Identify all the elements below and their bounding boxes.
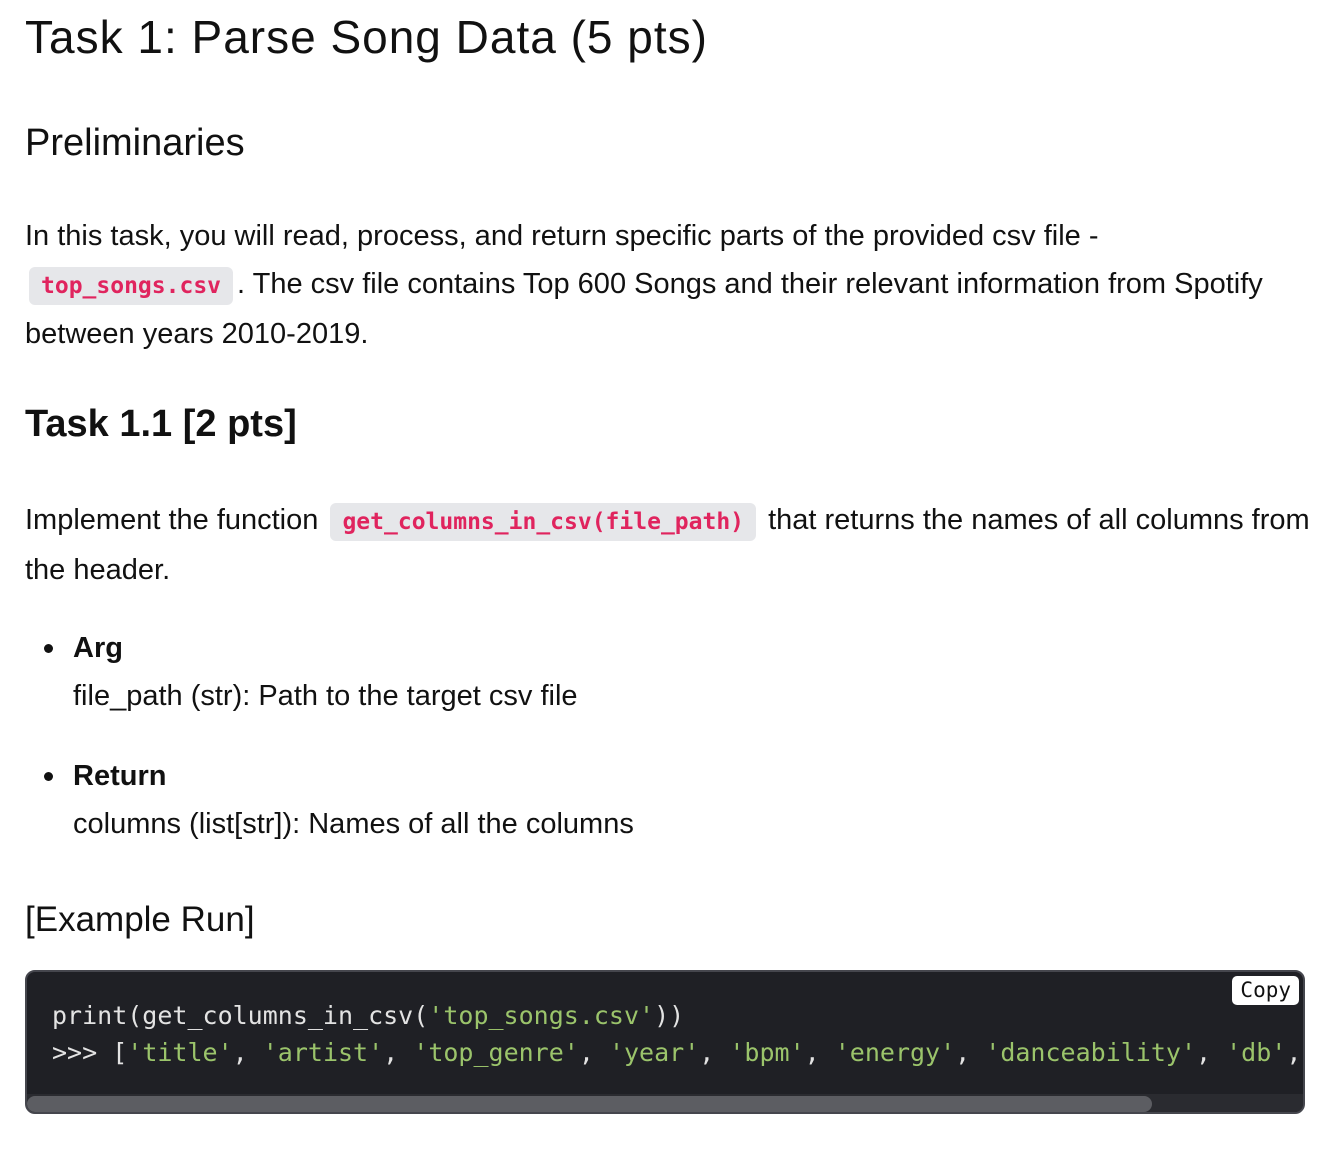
code-separator: ,	[804, 1038, 835, 1067]
horizontal-scrollbar[interactable]	[27, 1094, 1303, 1112]
preliminaries-paragraph: In this task, you will read, process, an…	[25, 212, 1310, 358]
preliminaries-text-before: In this task, you will read, process, an…	[25, 220, 1099, 252]
task-1-1-paragraph: Implement the function get_columns_in_cs…	[25, 496, 1310, 594]
list-item-return: Return columns (list[str]): Names of all…	[25, 752, 1305, 848]
code-call: print(get_columns_in_csv(	[52, 1001, 429, 1030]
return-label: Return	[73, 760, 167, 792]
code-string-token: 'artist'	[262, 1038, 384, 1067]
code-separator: ,	[1286, 1038, 1302, 1067]
code-string-token: 'db'	[1226, 1038, 1287, 1067]
code-string-token: 'bpm'	[729, 1038, 805, 1067]
spec-list: Arg file_path (str): Path to the target …	[25, 624, 1305, 880]
code-string-token: 'top_genre'	[413, 1038, 579, 1067]
list-item-arg: Arg file_path (str): Path to the target …	[25, 624, 1305, 720]
code-string-token: 'energy'	[834, 1038, 956, 1067]
code-block: Copy print(get_columns_in_csv('top_songs…	[25, 970, 1305, 1114]
code-string-token: 'danceability'	[985, 1038, 1196, 1067]
code-string-arg: 'top_songs.csv'	[428, 1001, 655, 1030]
code-prompt: >>> [	[52, 1038, 128, 1067]
code-line-2: >>> ['title', 'artist', 'top_genre', 'ye…	[52, 1034, 1303, 1071]
return-description: columns (list[str]): Names of all the co…	[73, 808, 634, 840]
inline-code-filename: top_songs.csv	[29, 267, 234, 305]
code-separator: ,	[578, 1038, 609, 1067]
arg-description: file_path (str): Path to the target csv …	[73, 680, 578, 712]
bullet-icon	[44, 772, 53, 781]
code-string-token: 'year'	[608, 1038, 700, 1067]
bullet-icon	[44, 644, 53, 653]
code-line-1: print(get_columns_in_csv('top_songs.csv'…	[52, 997, 1303, 1034]
example-run-heading: [Example Run]	[25, 900, 255, 939]
task-text-before: Implement the function	[25, 504, 319, 536]
task-1-1-heading: Task 1.1 [2 pts]	[25, 403, 297, 445]
code-separator: ,	[955, 1038, 986, 1067]
arg-label: Arg	[73, 632, 123, 664]
preliminaries-heading: Preliminaries	[25, 122, 245, 164]
scrollbar-thumb[interactable]	[27, 1096, 1152, 1112]
code-content: print(get_columns_in_csv('top_songs.csv'…	[52, 997, 1303, 1071]
code-separator: ,	[1196, 1038, 1227, 1067]
inline-code-function: get_columns_in_csv(file_path)	[330, 503, 757, 541]
code-call-close: ))	[654, 1001, 685, 1030]
code-separator: ,	[232, 1038, 263, 1067]
code-separator: ,	[699, 1038, 730, 1067]
code-separator: ,	[383, 1038, 414, 1067]
page-title: Task 1: Parse Song Data (5 pts)	[25, 11, 708, 63]
code-string-token: 'title'	[127, 1038, 233, 1067]
